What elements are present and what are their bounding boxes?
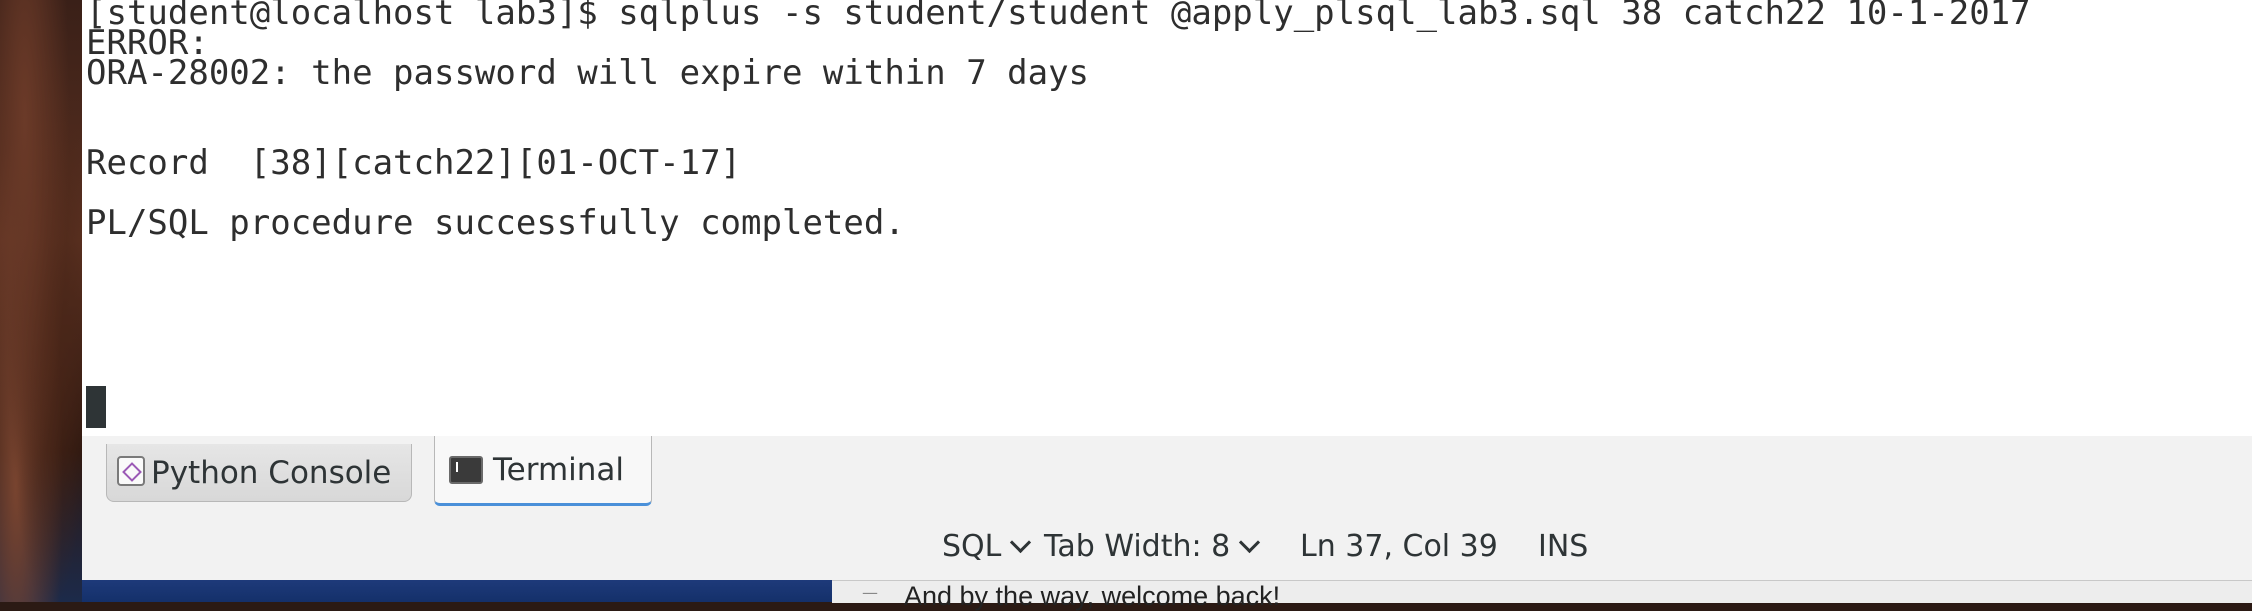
tab-terminal[interactable]: Terminal [434, 436, 652, 506]
tab-terminal-label: Terminal [493, 451, 625, 488]
statusbar: SQL Tab Width: 8 Ln 37, Col 39 INS [82, 510, 2252, 580]
python-console-icon [117, 456, 145, 486]
terminal-cursor [86, 386, 106, 428]
bottom-panel-tabbar: Python Console Terminal [82, 436, 2252, 510]
terminal-line: [student@localhost lab3]$ sqlplus -s stu… [86, 0, 2031, 33]
language-selector[interactable]: SQL [942, 529, 1032, 564]
insert-mode-label: INS [1538, 529, 1589, 564]
tab-width-selector[interactable]: Tab Width: 8 [1044, 529, 1261, 564]
terminal-panel[interactable]: [student@localhost lab3]$ sqlplus -s stu… [82, 0, 2252, 437]
tab-width-label: Tab Width: 8 [1044, 529, 1231, 564]
desktop-wallpaper [0, 0, 82, 602]
arrow-icon: — [862, 583, 878, 602]
chevron-down-icon [1010, 531, 1032, 554]
language-label: SQL [942, 529, 1002, 564]
desktop-wallpaper-bottom [82, 580, 832, 602]
tab-python-console[interactable]: Python Console [106, 444, 412, 502]
terminal-line: Record [38][catch22][01-OCT-17] [86, 143, 742, 183]
chevron-down-icon [1239, 531, 1261, 554]
ide-window: [student@localhost lab3]$ sqlplus -s stu… [82, 0, 2252, 580]
tab-python-console-label: Python Console [151, 454, 392, 491]
background-window-text: And by the way, welcome back! [904, 581, 1281, 611]
terminal-icon [449, 455, 483, 484]
cursor-position[interactable]: Ln 37, Col 39 [1300, 529, 1498, 564]
terminal-line: ORA-28002: the password will expire with… [86, 53, 1090, 93]
insert-mode[interactable]: INS [1538, 529, 1588, 564]
cursor-position-label: Ln 37, Col 39 [1300, 529, 1498, 564]
terminal-line: PL/SQL procedure successfully completed. [86, 203, 905, 243]
background-window[interactable]: — And by the way, welcome back! [832, 580, 2252, 611]
